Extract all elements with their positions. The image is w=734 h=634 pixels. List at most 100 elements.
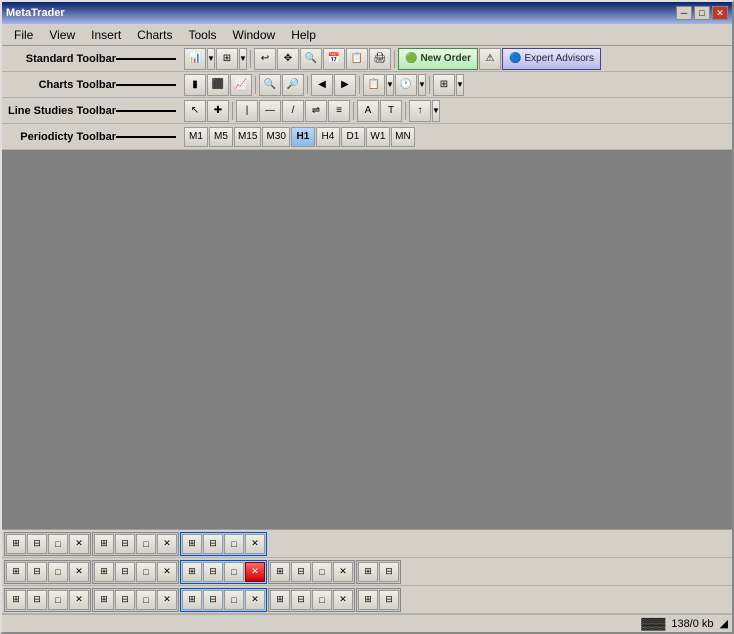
- print-btn[interactable]: 🖨: [369, 48, 391, 70]
- task-btn-3[interactable]: □: [48, 534, 68, 554]
- task-btn-r2-close1[interactable]: ✕: [69, 562, 89, 582]
- minimize-button[interactable]: ─: [676, 6, 692, 20]
- expert-advisors-button[interactable]: 🔵 Expert Advisors: [502, 48, 601, 70]
- trendline-btn[interactable]: /: [282, 100, 304, 122]
- alert-btn[interactable]: ⚠: [479, 48, 501, 70]
- task-btn-r2-10[interactable]: ⊞: [270, 562, 290, 582]
- new-order-button[interactable]: 🟢 New Order: [398, 48, 478, 70]
- task-btn-r2-close4[interactable]: ✕: [333, 562, 353, 582]
- zoom-in-c-btn[interactable]: 🔍: [259, 74, 281, 96]
- period-m5[interactable]: M5: [209, 127, 233, 147]
- fib-btn[interactable]: ≡: [328, 100, 350, 122]
- task-btn-r2-3[interactable]: □: [48, 562, 68, 582]
- resize-handle[interactable]: ◢: [720, 617, 728, 630]
- menu-help[interactable]: Help: [283, 26, 324, 44]
- period-d1[interactable]: D1: [341, 127, 365, 147]
- task-btn-r2-8[interactable]: ⊟: [203, 562, 223, 582]
- menu-charts[interactable]: Charts: [129, 26, 180, 44]
- period-h4[interactable]: H4: [316, 127, 340, 147]
- task-btn-r2-close3-red[interactable]: ✕: [245, 562, 265, 582]
- task-btn-close-3[interactable]: ✕: [245, 534, 265, 554]
- menu-window[interactable]: Window: [225, 26, 284, 44]
- task-btn-r3-close2[interactable]: ✕: [157, 590, 177, 610]
- crosshair-btn[interactable]: ✚: [207, 100, 229, 122]
- close-button[interactable]: ✕: [712, 6, 728, 20]
- period-h1[interactable]: H1: [291, 127, 315, 147]
- task-btn-4[interactable]: ⊞: [94, 534, 114, 554]
- task-btn-r2-14[interactable]: ⊟: [379, 562, 399, 582]
- history-btn[interactable]: 📋: [346, 48, 368, 70]
- task-btn-r2-5[interactable]: ⊟: [115, 562, 135, 582]
- task-btn-r3-13[interactable]: ⊞: [358, 590, 378, 610]
- templates-dropdown[interactable]: ▼: [456, 74, 464, 96]
- task-btn-r2-2[interactable]: ⊟: [27, 562, 47, 582]
- period-mn[interactable]: MN: [391, 127, 415, 147]
- task-btn-r3-9[interactable]: □: [224, 590, 244, 610]
- equidistant-btn[interactable]: ⇌: [305, 100, 327, 122]
- menu-view[interactable]: View: [41, 26, 83, 44]
- line-chart-btn[interactable]: 📈: [230, 74, 252, 96]
- period-m1[interactable]: M1: [184, 127, 208, 147]
- task-btn-close-1[interactable]: ✕: [69, 534, 89, 554]
- period-w1[interactable]: W1: [366, 127, 390, 147]
- scroll-left-btn[interactable]: ◀: [311, 74, 333, 96]
- profiles-btn[interactable]: ⊞: [216, 48, 238, 70]
- undo-btn[interactable]: ↩: [254, 48, 276, 70]
- scroll-right-btn[interactable]: ▶: [334, 74, 356, 96]
- properties-btn[interactable]: 📋: [363, 74, 385, 96]
- task-btn-r3-1[interactable]: ⊞: [6, 590, 26, 610]
- maximize-button[interactable]: □: [694, 6, 710, 20]
- task-btn-r3-8[interactable]: ⊟: [203, 590, 223, 610]
- period-btn[interactable]: 📅: [323, 48, 345, 70]
- new-chart-btn[interactable]: 📊: [184, 48, 206, 70]
- task-btn-2[interactable]: ⊟: [27, 534, 47, 554]
- profiles-dropdown[interactable]: ▼: [239, 48, 247, 70]
- task-btn-r2-1[interactable]: ⊞: [6, 562, 26, 582]
- arrow-btn[interactable]: ↑: [409, 100, 431, 122]
- menu-insert[interactable]: Insert: [83, 26, 129, 44]
- menu-tools[interactable]: Tools: [181, 26, 225, 44]
- bar-chart-btn[interactable]: ▮: [184, 74, 206, 96]
- task-btn-r3-6[interactable]: □: [136, 590, 156, 610]
- task-btn-r3-4[interactable]: ⊞: [94, 590, 114, 610]
- candle-btn[interactable]: ⬛: [207, 74, 229, 96]
- task-btn-r2-9[interactable]: □: [224, 562, 244, 582]
- auto-scroll-btn[interactable]: 🕐: [395, 74, 417, 96]
- vertical-line-btn[interactable]: |: [236, 100, 258, 122]
- task-btn-r2-6[interactable]: □: [136, 562, 156, 582]
- text-btn[interactable]: A: [357, 100, 379, 122]
- task-btn-r3-close4[interactable]: ✕: [333, 590, 353, 610]
- task-btn-close-2[interactable]: ✕: [157, 534, 177, 554]
- task-btn-r3-11[interactable]: ⊟: [291, 590, 311, 610]
- task-btn-r3-7[interactable]: ⊞: [182, 590, 202, 610]
- task-btn-5[interactable]: ⊟: [115, 534, 135, 554]
- task-btn-r2-7[interactable]: ⊞: [182, 562, 202, 582]
- task-btn-r3-3[interactable]: □: [48, 590, 68, 610]
- zoom-out-c-btn[interactable]: 🔎: [282, 74, 304, 96]
- new-chart-dropdown[interactable]: ▼: [207, 48, 215, 70]
- line-studies-dropdown[interactable]: ▼: [432, 100, 440, 122]
- task-btn-r2-11[interactable]: ⊟: [291, 562, 311, 582]
- task-btn-9[interactable]: □: [224, 534, 244, 554]
- horizontal-line-btn[interactable]: —: [259, 100, 281, 122]
- task-btn-r2-13[interactable]: ⊞: [358, 562, 378, 582]
- task-btn-r2-close2[interactable]: ✕: [157, 562, 177, 582]
- task-btn-r3-2[interactable]: ⊟: [27, 590, 47, 610]
- task-btn-r3-close1[interactable]: ✕: [69, 590, 89, 610]
- hand-btn[interactable]: ✥: [277, 48, 299, 70]
- task-btn-r3-12[interactable]: □: [312, 590, 332, 610]
- templates-btn[interactable]: ⊞: [433, 74, 455, 96]
- task-btn-r3-14[interactable]: ⊟: [379, 590, 399, 610]
- cursor-btn[interactable]: ↖: [184, 100, 206, 122]
- task-btn-r3-10[interactable]: ⊞: [270, 590, 290, 610]
- task-btn-r2-4[interactable]: ⊞: [94, 562, 114, 582]
- period-m30[interactable]: M30: [262, 127, 289, 147]
- auto-scroll-dropdown[interactable]: ▼: [418, 74, 426, 96]
- task-btn-6[interactable]: □: [136, 534, 156, 554]
- task-btn-r3-5[interactable]: ⊟: [115, 590, 135, 610]
- task-btn-1[interactable]: ⊞: [6, 534, 26, 554]
- props-dropdown[interactable]: ▼: [386, 74, 394, 96]
- period-m15[interactable]: M15: [234, 127, 261, 147]
- zoom-in-btn[interactable]: 🔍: [300, 48, 322, 70]
- task-btn-r3-close3[interactable]: ✕: [245, 590, 265, 610]
